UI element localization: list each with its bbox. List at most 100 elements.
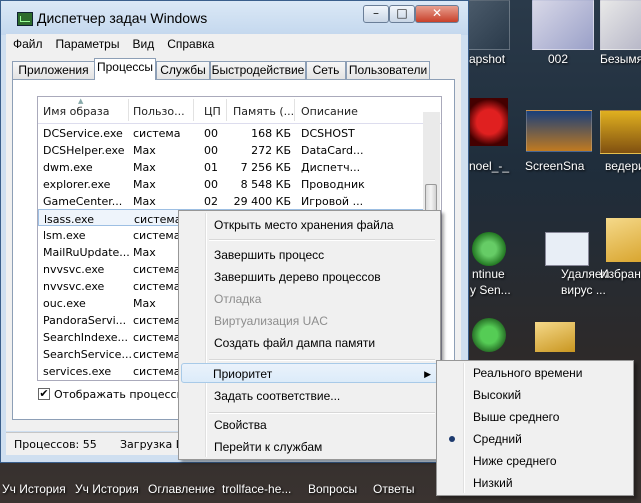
priority-normal[interactable]: Средний bbox=[439, 429, 631, 449]
menu-file[interactable]: Файл bbox=[6, 34, 49, 51]
menu-bar: Файл Параметры Вид Справка bbox=[6, 34, 461, 54]
table-cell: explorer.exe bbox=[43, 178, 111, 191]
show-all-processes-checkbox[interactable]: ✔ bbox=[38, 388, 50, 400]
utorrent-icon[interactable] bbox=[472, 318, 506, 352]
tab-applications[interactable]: Приложения bbox=[12, 61, 95, 79]
desktop-label-ntinue[interactable]: ntinue bbox=[472, 267, 505, 281]
desktop-label-noel[interactable]: noel_-_ bbox=[469, 159, 509, 173]
tab-network[interactable]: Сеть bbox=[306, 61, 346, 79]
menu-create-dump-file[interactable]: Создать файл дампа памяти bbox=[181, 333, 438, 353]
col-image-name[interactable]: Имя образа bbox=[43, 105, 109, 118]
menu-separator bbox=[209, 412, 435, 414]
red-app-icon[interactable] bbox=[470, 98, 508, 146]
desktop-label-trollface[interactable]: trollface-he... bbox=[222, 482, 291, 496]
menu-priority[interactable]: Приоритет ▶ bbox=[181, 363, 438, 383]
green-app-icon[interactable] bbox=[472, 232, 506, 266]
table-row[interactable]: explorer.exe Max 00 8 548 КБ Проводник bbox=[38, 175, 428, 192]
desktop-label-virus[interactable]: вирус ... bbox=[561, 283, 606, 297]
desktop-thumbnail-snapshot[interactable] bbox=[468, 0, 510, 50]
tab-users[interactable]: Пользователи bbox=[346, 61, 430, 79]
table-cell: 01 bbox=[204, 161, 218, 174]
priority-low[interactable]: Низкий bbox=[439, 473, 631, 493]
desktop-label-istoriya-2[interactable]: Уч История bbox=[75, 482, 139, 496]
show-all-processes-label[interactable]: Отображать процессы в bbox=[54, 388, 195, 401]
priority-below-normal[interactable]: Ниже среднего bbox=[439, 451, 631, 471]
priority-normal-label: Средний bbox=[473, 432, 522, 446]
tab-performance[interactable]: Быстродействие bbox=[210, 61, 306, 79]
table-row[interactable]: DCService.exe система 00 168 КБ DCSHOST bbox=[38, 124, 428, 141]
folder-icon-2[interactable] bbox=[535, 322, 575, 352]
document-window-icon[interactable] bbox=[545, 232, 589, 266]
desktop-label-snapshot[interactable]: apshot bbox=[469, 52, 505, 66]
menu-help[interactable]: Справка bbox=[160, 34, 220, 51]
priority-high[interactable]: Высокий bbox=[439, 385, 631, 405]
desktop-label-ysen[interactable]: y Sen... bbox=[470, 283, 511, 297]
table-cell: DCService.exe bbox=[43, 127, 123, 140]
priority-above-normal[interactable]: Выше среднего bbox=[439, 407, 631, 427]
cpu-load: Загрузка L bbox=[120, 438, 182, 451]
tab-services[interactable]: Службы bbox=[156, 61, 210, 79]
col-user[interactable]: Пользо... bbox=[133, 105, 185, 118]
table-cell: ouc.exe bbox=[43, 297, 86, 310]
menu-go-to-services[interactable]: Перейти к службам bbox=[181, 437, 438, 457]
table-cell: lsm.exe bbox=[43, 229, 86, 242]
desktop-thumbnail-002[interactable] bbox=[532, 0, 594, 50]
process-count: Процессов: 55 bbox=[14, 438, 97, 451]
menu-debug: Отладка bbox=[214, 292, 262, 306]
desktop-thumbnail-bezymya[interactable] bbox=[600, 0, 641, 50]
menu-separator bbox=[209, 359, 435, 361]
table-cell: MailRuUpdate... bbox=[43, 246, 130, 259]
desktop-label-oglavlenie[interactable]: Оглавление bbox=[148, 482, 215, 496]
menu-end-process-tree[interactable]: Завершить дерево процессов bbox=[181, 267, 438, 287]
title-bar[interactable]: Диспетчер задач Windows – □ ✕ bbox=[1, 1, 468, 35]
table-cell: 00 bbox=[204, 178, 218, 191]
menu-end-process[interactable]: Завершить процесс bbox=[181, 245, 438, 265]
table-row[interactable]: GameCenter... Max 02 29 400 КБ Игровой ... bbox=[38, 192, 428, 209]
table-cell: Max bbox=[133, 178, 156, 191]
table-row[interactable]: dwm.exe Max 01 7 256 КБ Диспетч... bbox=[38, 158, 428, 175]
desktop-label-vederi[interactable]: ведери bbox=[605, 159, 641, 173]
desktop-label-izbran[interactable]: Избран bbox=[600, 267, 641, 281]
col-memory[interactable]: Память (... bbox=[233, 105, 294, 118]
table-cell: 168 КБ bbox=[251, 127, 291, 140]
desktop-label-voprosy[interactable]: Вопросы bbox=[308, 482, 357, 496]
table-row[interactable]: DCSHelper.exe Max 00 272 КБ DataCard... bbox=[38, 141, 428, 158]
yellow-thumbnail-icon[interactable] bbox=[600, 110, 641, 154]
minimize-button[interactable]: – bbox=[363, 5, 389, 23]
task-manager-app-icon bbox=[17, 12, 33, 26]
tab-processes[interactable]: Процессы bbox=[94, 58, 156, 80]
table-cell: 272 КБ bbox=[251, 144, 291, 157]
desktop-label-istoriya-1[interactable]: Уч История bbox=[2, 482, 66, 496]
col-cpu[interactable]: ЦП bbox=[204, 105, 221, 118]
table-cell: система bbox=[133, 127, 181, 140]
priority-realtime[interactable]: Реального времени bbox=[439, 363, 631, 383]
desktop-label-bezymya[interactable]: Безымя bbox=[600, 52, 641, 66]
column-divider[interactable] bbox=[193, 99, 194, 121]
menu-separator bbox=[209, 239, 435, 241]
menu-open-file-location[interactable]: Открыть место хранения файла bbox=[181, 215, 438, 235]
table-cell: Игровой ... bbox=[301, 195, 364, 208]
maximize-button[interactable]: □ bbox=[389, 5, 415, 23]
column-divider[interactable] bbox=[294, 99, 295, 121]
menu-properties[interactable]: Свойства bbox=[181, 415, 438, 435]
desktop-label-otvety[interactable]: Ответы bbox=[373, 482, 414, 496]
menu-uac-virtualization: Виртуализация UAC bbox=[214, 314, 328, 328]
screenshot-thumbnail-icon[interactable] bbox=[526, 110, 592, 152]
priority-submenu: Реального времени Высокий Выше среднего … bbox=[436, 360, 634, 496]
menu-set-affinity[interactable]: Задать соответствие... bbox=[181, 386, 438, 406]
table-cell: dwm.exe bbox=[43, 161, 93, 174]
desktop-label-screensna[interactable]: ScreenSna bbox=[525, 159, 584, 173]
table-cell: Max bbox=[133, 195, 156, 208]
desktop-label-002[interactable]: 002 bbox=[548, 52, 568, 66]
column-divider[interactable] bbox=[128, 99, 129, 121]
menu-view[interactable]: Вид bbox=[125, 34, 160, 51]
col-description[interactable]: Описание bbox=[301, 105, 358, 118]
process-context-menu: Открыть место хранения файла Завершить п… bbox=[178, 210, 441, 460]
menu-options[interactable]: Параметры bbox=[49, 34, 126, 51]
table-cell: 00 bbox=[204, 144, 218, 157]
close-button[interactable]: ✕ bbox=[415, 5, 459, 23]
table-cell: services.exe bbox=[43, 365, 112, 378]
column-divider[interactable] bbox=[226, 99, 227, 121]
folder-icon[interactable] bbox=[606, 218, 641, 262]
table-cell: Проводник bbox=[301, 178, 365, 191]
